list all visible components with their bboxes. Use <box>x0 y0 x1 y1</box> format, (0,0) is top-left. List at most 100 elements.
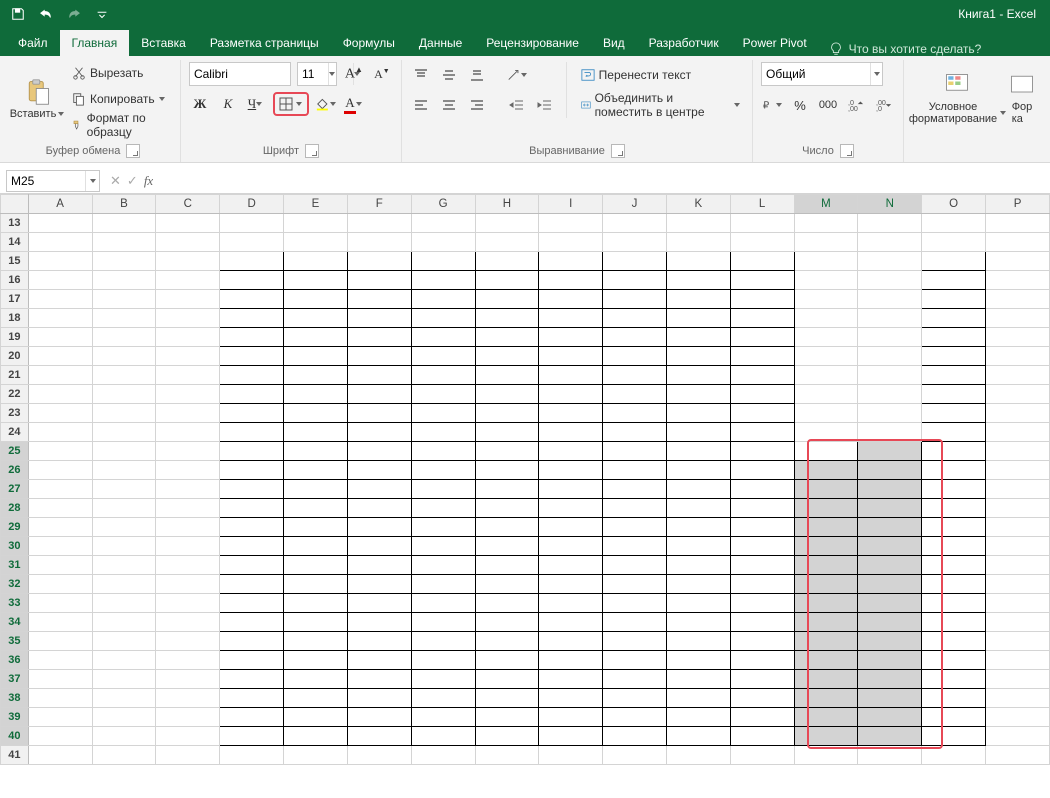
cell[interactable] <box>347 499 411 518</box>
cell[interactable] <box>347 442 411 461</box>
cell[interactable] <box>922 442 986 461</box>
cell[interactable] <box>475 461 539 480</box>
cell[interactable] <box>220 423 284 442</box>
cut-button[interactable]: Вырезать <box>68 62 172 84</box>
cell[interactable] <box>730 366 794 385</box>
cell[interactable] <box>730 499 794 518</box>
cell[interactable] <box>475 404 539 423</box>
cell[interactable] <box>156 290 220 309</box>
cell[interactable] <box>411 347 475 366</box>
cell[interactable] <box>92 309 156 328</box>
cell[interactable] <box>858 632 922 651</box>
column-header[interactable]: H <box>475 195 539 214</box>
cell[interactable] <box>794 442 858 461</box>
cell[interactable] <box>794 518 858 537</box>
cell[interactable] <box>986 518 1050 537</box>
cell[interactable] <box>284 233 348 252</box>
cell[interactable] <box>92 727 156 746</box>
cell[interactable] <box>475 385 539 404</box>
cell[interactable] <box>28 594 92 613</box>
cell[interactable] <box>603 423 667 442</box>
cell[interactable] <box>92 632 156 651</box>
cell[interactable] <box>220 670 284 689</box>
cell[interactable] <box>858 727 922 746</box>
column-header[interactable]: O <box>922 195 986 214</box>
cell[interactable] <box>28 556 92 575</box>
cell[interactable] <box>666 404 730 423</box>
cell[interactable] <box>794 404 858 423</box>
cell[interactable] <box>347 480 411 499</box>
cell[interactable] <box>539 727 603 746</box>
cell[interactable] <box>92 575 156 594</box>
cell[interactable] <box>666 613 730 632</box>
cell[interactable] <box>156 404 220 423</box>
cell[interactable] <box>603 632 667 651</box>
cell[interactable] <box>730 632 794 651</box>
cell[interactable] <box>922 556 986 575</box>
shrink-font-button[interactable]: A▼ <box>371 63 393 85</box>
cell[interactable] <box>666 670 730 689</box>
wrap-text-button[interactable]: Перенести текст <box>577 64 744 86</box>
cell[interactable] <box>92 385 156 404</box>
cell[interactable] <box>603 689 667 708</box>
cell[interactable] <box>411 632 475 651</box>
cell[interactable] <box>539 594 603 613</box>
row-header[interactable]: 17 <box>1 290 29 309</box>
cell[interactable] <box>220 746 284 765</box>
row-header[interactable]: 28 <box>1 499 29 518</box>
accounting-format-button[interactable]: ₽ <box>761 94 783 116</box>
cell[interactable] <box>922 347 986 366</box>
dialog-launcher-icon[interactable] <box>840 144 854 158</box>
cell[interactable] <box>284 290 348 309</box>
cell[interactable] <box>666 537 730 556</box>
cell[interactable] <box>666 556 730 575</box>
cell[interactable] <box>411 385 475 404</box>
cell[interactable] <box>156 499 220 518</box>
cell[interactable] <box>284 328 348 347</box>
cell[interactable] <box>156 670 220 689</box>
cell[interactable] <box>922 461 986 480</box>
cell[interactable] <box>603 442 667 461</box>
cell[interactable] <box>858 233 922 252</box>
cell[interactable] <box>603 309 667 328</box>
cell[interactable] <box>284 651 348 670</box>
save-icon[interactable] <box>6 3 30 25</box>
cell[interactable] <box>603 271 667 290</box>
cell[interactable] <box>922 746 986 765</box>
tab-review[interactable]: Рецензирование <box>474 30 591 56</box>
cell[interactable] <box>794 385 858 404</box>
number-format-input[interactable] <box>762 67 870 81</box>
cell[interactable] <box>922 632 986 651</box>
tab-page-layout[interactable]: Разметка страницы <box>198 30 331 56</box>
cell[interactable] <box>347 423 411 442</box>
cell[interactable] <box>986 290 1050 309</box>
chevron-down-icon[interactable] <box>85 171 99 191</box>
cell[interactable] <box>92 290 156 309</box>
cell[interactable] <box>922 423 986 442</box>
cell[interactable] <box>794 309 858 328</box>
cell[interactable] <box>539 233 603 252</box>
cell[interactable] <box>411 499 475 518</box>
cell[interactable] <box>539 404 603 423</box>
cell[interactable] <box>730 727 794 746</box>
cell[interactable] <box>858 461 922 480</box>
cell[interactable] <box>539 423 603 442</box>
cell[interactable] <box>220 613 284 632</box>
cell[interactable] <box>411 423 475 442</box>
cell[interactable] <box>922 499 986 518</box>
decrease-indent-button[interactable] <box>506 94 528 116</box>
cell[interactable] <box>347 594 411 613</box>
fill-color-button[interactable] <box>315 93 337 115</box>
cell[interactable] <box>922 233 986 252</box>
cell[interactable] <box>347 347 411 366</box>
fx-icon[interactable]: fx <box>144 173 153 189</box>
cell[interactable] <box>986 499 1050 518</box>
increase-decimal-button[interactable]: ,0,00 <box>845 94 867 116</box>
row-header[interactable]: 20 <box>1 347 29 366</box>
cell[interactable] <box>986 689 1050 708</box>
cell[interactable] <box>411 556 475 575</box>
cell[interactable] <box>284 518 348 537</box>
row-header[interactable]: 21 <box>1 366 29 385</box>
paste-button[interactable]: Вставить <box>14 63 62 135</box>
cell[interactable] <box>156 632 220 651</box>
